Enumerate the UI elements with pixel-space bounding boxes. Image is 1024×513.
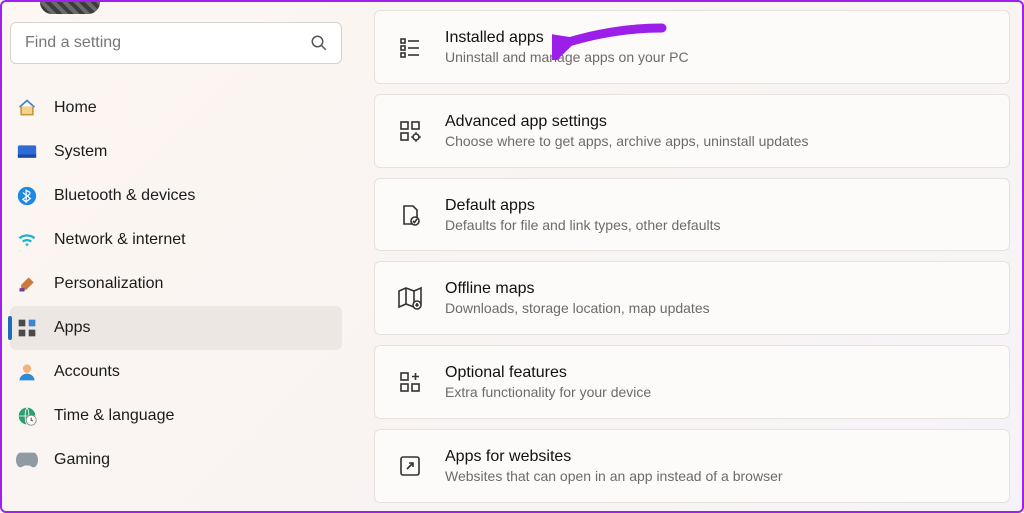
sidebar-item-label: Personalization — [54, 275, 163, 293]
sidebar-item-time-language[interactable]: Time & language — [10, 394, 342, 438]
bluetooth-icon — [16, 185, 38, 207]
card-title: Installed apps — [445, 29, 689, 47]
card-advanced-app-settings[interactable]: Advanced app settings Choose where to ge… — [374, 94, 1010, 168]
sidebar-item-apps[interactable]: Apps — [10, 306, 342, 350]
sidebar-item-label: Home — [54, 99, 97, 117]
globe-clock-icon — [16, 405, 38, 427]
system-icon — [16, 141, 38, 163]
card-desc: Choose where to get apps, archive apps, … — [445, 133, 808, 149]
card-title: Apps for websites — [445, 448, 783, 466]
sidebar-item-label: Bluetooth & devices — [54, 187, 195, 205]
card-desc: Downloads, storage location, map updates — [445, 300, 710, 316]
sidebar-item-label: Accounts — [54, 363, 120, 381]
nav-list: Home System Bluetooth & devices Network … — [10, 86, 342, 482]
sidebar-item-label: Time & language — [54, 407, 174, 425]
card-title: Offline maps — [445, 280, 710, 298]
card-title: Optional features — [445, 364, 651, 382]
person-icon — [16, 361, 38, 383]
map-download-icon — [397, 285, 423, 311]
list-icon — [397, 34, 423, 60]
search-input[interactable] — [10, 22, 342, 64]
wifi-icon — [16, 229, 38, 251]
card-title: Advanced app settings — [445, 113, 808, 131]
brush-icon — [16, 273, 38, 295]
sidebar-item-label: Apps — [54, 319, 90, 337]
grid-gear-icon — [397, 118, 423, 144]
avatar — [40, 2, 100, 14]
sidebar-item-bluetooth[interactable]: Bluetooth & devices — [10, 174, 342, 218]
card-desc: Extra functionality for your device — [445, 384, 651, 400]
card-default-apps[interactable]: Default apps Defaults for file and link … — [374, 178, 1010, 252]
sidebar-item-personalization[interactable]: Personalization — [10, 262, 342, 306]
sidebar-item-accounts[interactable]: Accounts — [10, 350, 342, 394]
sidebar: Home System Bluetooth & devices Network … — [2, 2, 362, 511]
grid-plus-icon — [397, 369, 423, 395]
sidebar-item-home[interactable]: Home — [10, 86, 342, 130]
card-desc: Uninstall and manage apps on your PC — [445, 49, 689, 65]
main-panel: Installed apps Uninstall and manage apps… — [362, 2, 1022, 511]
sidebar-item-label: System — [54, 143, 107, 161]
card-installed-apps[interactable]: Installed apps Uninstall and manage apps… — [374, 10, 1010, 84]
search-container — [10, 22, 342, 64]
card-optional-features[interactable]: Optional features Extra functionality fo… — [374, 345, 1010, 419]
open-link-icon — [397, 453, 423, 479]
card-desc: Defaults for file and link types, other … — [445, 217, 720, 233]
gamepad-icon — [16, 449, 38, 471]
card-apps-for-websites[interactable]: Apps for websites Websites that can open… — [374, 429, 1010, 503]
sidebar-item-system[interactable]: System — [10, 130, 342, 174]
sidebar-item-label: Gaming — [54, 451, 110, 469]
sidebar-item-gaming[interactable]: Gaming — [10, 438, 342, 482]
search-icon — [310, 34, 328, 52]
apps-icon — [16, 317, 38, 339]
sidebar-item-network[interactable]: Network & internet — [10, 218, 342, 262]
card-offline-maps[interactable]: Offline maps Downloads, storage location… — [374, 261, 1010, 335]
sidebar-item-label: Network & internet — [54, 231, 186, 249]
home-icon — [16, 97, 38, 119]
card-title: Default apps — [445, 197, 720, 215]
card-desc: Websites that can open in an app instead… — [445, 468, 783, 484]
page-check-icon — [397, 202, 423, 228]
